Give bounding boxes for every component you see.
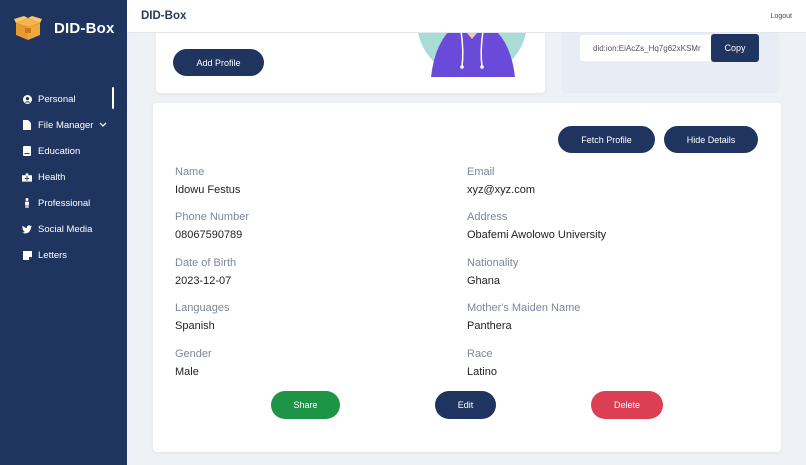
email-value: xyz@xyz.com — [467, 184, 536, 196]
sidebar-item-label: Social Media — [38, 223, 93, 235]
email-label: Email — [467, 166, 495, 178]
health-icon — [22, 172, 32, 182]
brand[interactable]: DID-Box — [14, 15, 115, 41]
sidebar: DID-Box Personal File Manager Education — [0, 0, 127, 465]
name-label: Name — [175, 166, 205, 178]
sidebar-item-education[interactable]: Education — [0, 138, 127, 164]
hide-details-button[interactable]: Hide Details — [664, 126, 758, 153]
share-button[interactable]: Share — [271, 391, 340, 419]
sidebar-item-personal[interactable]: Personal — [0, 86, 127, 112]
file-icon — [22, 120, 32, 130]
nationality-label: Nationality — [467, 257, 519, 269]
gender-value: Male — [175, 366, 199, 378]
box-icon — [14, 15, 42, 41]
user-circle-icon — [22, 94, 32, 104]
dob-value: 2023-12-07 — [175, 275, 232, 287]
languages-value: Spanish — [175, 320, 215, 332]
sidebar-item-social-media[interactable]: Social Media — [0, 216, 127, 242]
sidebar-item-label: Professional — [38, 197, 91, 209]
languages-label: Languages — [175, 302, 230, 314]
phone-value: 08067590789 — [175, 229, 243, 241]
sidebar-nav: Personal File Manager Education Health P… — [0, 86, 127, 268]
page-title: DID-Box — [141, 10, 187, 22]
avatar — [417, 26, 527, 77]
race-label: Race — [467, 348, 493, 360]
name-value: Idowu Festus — [175, 184, 241, 196]
sidebar-item-label: Education — [38, 145, 81, 157]
profile-details-card: Fetch Profile Hide Details Name Idowu Fe… — [153, 103, 781, 452]
twitter-icon — [22, 224, 32, 234]
maiden-name-value: Panthera — [467, 320, 512, 332]
sidebar-item-health[interactable]: Health — [0, 164, 127, 190]
logout-link[interactable]: Logout — [771, 13, 792, 20]
book-icon — [22, 146, 32, 156]
delete-button[interactable]: Delete — [591, 391, 663, 419]
dob-label: Date of Birth — [175, 257, 237, 269]
sidebar-item-label: Personal — [38, 93, 76, 105]
copy-button[interactable]: Copy — [711, 34, 759, 62]
gender-label: Gender — [175, 348, 212, 360]
sidebar-item-label: Letters — [38, 249, 68, 261]
sidebar-item-file-manager[interactable]: File Manager — [0, 112, 127, 138]
fetch-profile-button[interactable]: Fetch Profile — [558, 126, 655, 153]
nationality-value: Ghana — [467, 275, 501, 287]
chevron-down-icon[interactable] — [99, 120, 107, 131]
race-value: Latino — [467, 366, 497, 378]
sidebar-item-professional[interactable]: Professional — [0, 190, 127, 216]
brand-title: DID-Box — [54, 19, 115, 37]
add-profile-button[interactable]: Add Profile — [173, 49, 264, 76]
phone-label: Phone Number — [175, 211, 249, 223]
sidebar-item-letters[interactable]: Letters — [0, 242, 127, 268]
address-value: Obafemi Awolowo University — [467, 229, 607, 241]
maiden-name-label: Mother's Maiden Name — [467, 302, 581, 314]
sidebar-item-label: File Manager — [38, 119, 94, 131]
profile-summary-card: Add Profile — [156, 26, 545, 93]
edit-button[interactable]: Edit — [435, 391, 496, 419]
address-label: Address — [467, 211, 508, 223]
person-icon — [22, 198, 32, 208]
header: DID-Box Logout — [127, 0, 806, 33]
sidebar-item-label: Health — [38, 171, 66, 183]
note-icon — [22, 250, 32, 260]
did-card: did:ion:EiAcZs_Hq7g62xKSMr Copy — [561, 26, 779, 93]
